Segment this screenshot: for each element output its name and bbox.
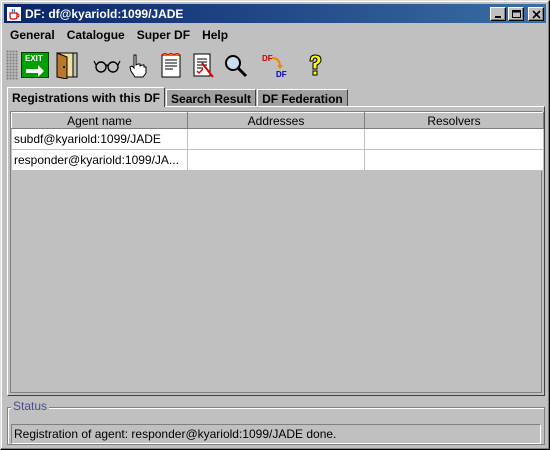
search-icon: [225, 55, 248, 78]
table-header-row: Agent name Addresses Resolvers: [11, 112, 544, 129]
deregister-button[interactable]: [188, 50, 218, 80]
glasses-icon: [93, 60, 121, 73]
tab-strip: Registrations with this DF Search Result…: [7, 87, 349, 107]
window-title: DF: df@kyariold:1099/JADE: [25, 6, 184, 21]
menu-help[interactable]: Help: [196, 28, 234, 42]
register-button[interactable]: [156, 50, 186, 80]
status-label: Status: [11, 399, 50, 413]
cell-resolvers[interactable]: [364, 149, 544, 171]
cell-agent-name[interactable]: subdf@kyariold:1099/JADE: [11, 128, 188, 150]
menu-super-df[interactable]: Super DF: [131, 28, 196, 42]
registrations-table: Agent name Addresses Resolvers subdf@kya…: [11, 112, 544, 171]
registrations-table-area: Agent name Addresses Resolvers subdf@kya…: [10, 111, 544, 393]
help-button[interactable]: [300, 50, 330, 80]
column-addresses[interactable]: Addresses: [187, 112, 365, 129]
df-federate-bottom-label: DF: [276, 70, 287, 79]
java-cup-icon: [6, 6, 22, 22]
table-row[interactable]: subdf@kyariold:1099/JADE: [11, 128, 544, 150]
status-group: Status Registration of agent: responder@…: [7, 399, 545, 445]
close-button[interactable]: [528, 6, 544, 21]
registrations-panel: Agent name Addresses Resolvers subdf@kya…: [7, 106, 545, 396]
deregister-icon: [193, 53, 214, 78]
column-agent-name[interactable]: Agent name: [11, 112, 188, 129]
search-button[interactable]: [220, 50, 250, 80]
help-icon: [309, 54, 322, 76]
modify-button[interactable]: [124, 50, 154, 80]
menu-general[interactable]: General: [4, 28, 61, 42]
df-window: DF: df@kyariold:1099/JADE General Catalo…: [0, 0, 550, 450]
cell-agent-name[interactable]: responder@kyariold:1099/JA...: [11, 149, 188, 171]
column-resolvers[interactable]: Resolvers: [364, 112, 544, 129]
view-button[interactable]: [92, 50, 122, 80]
door-icon: [56, 52, 78, 79]
menu-catalogue[interactable]: Catalogue: [61, 28, 131, 42]
exit-icon: EXIT: [21, 52, 49, 78]
maximize-button[interactable]: [508, 6, 524, 21]
register-icon: [161, 53, 181, 78]
cell-addresses[interactable]: [187, 128, 365, 150]
tab-registrations[interactable]: Registrations with this DF: [7, 87, 166, 107]
menu-bar: General Catalogue Super DF Help: [4, 25, 546, 45]
close-door-button[interactable]: [52, 50, 82, 80]
df-federate-top-label: DF: [262, 54, 273, 63]
cell-addresses[interactable]: [187, 149, 365, 171]
minimize-button[interactable]: [490, 6, 506, 21]
table-row[interactable]: responder@kyariold:1099/JA...: [11, 149, 544, 171]
toolbar: EXIT DF DF: [4, 47, 546, 83]
exit-button[interactable]: EXIT: [20, 50, 50, 80]
toolbar-grip[interactable]: [6, 50, 18, 80]
status-message: Registration of agent: responder@kyariol…: [11, 424, 541, 444]
df-federate-icon: DF DF: [262, 54, 287, 79]
tab-search-result[interactable]: Search Result: [166, 89, 257, 107]
title-bar[interactable]: DF: df@kyariold:1099/JADE: [4, 4, 546, 23]
cell-resolvers[interactable]: [364, 128, 544, 150]
federate-button[interactable]: DF DF: [260, 50, 290, 80]
tab-df-federation[interactable]: DF Federation: [257, 89, 348, 107]
pointing-hand-icon: [129, 54, 147, 78]
exit-icon-label: EXIT: [25, 54, 43, 63]
